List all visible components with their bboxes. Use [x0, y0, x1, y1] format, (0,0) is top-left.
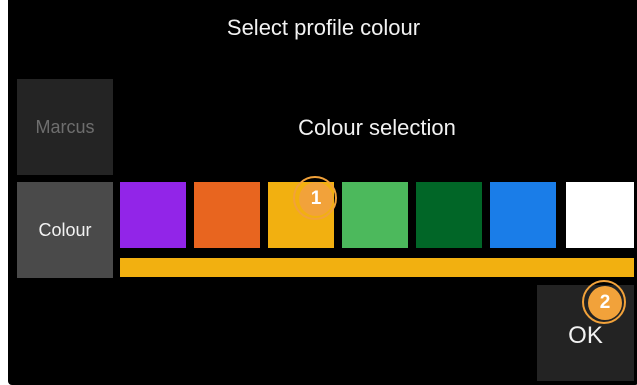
selected-colour-bar: [120, 258, 634, 277]
ok-button-label: OK: [568, 322, 603, 349]
swatch-purple[interactable]: [120, 182, 186, 248]
device-screen: Select profile colour Marcus Colour Colo…: [8, 0, 637, 385]
profile-name-button[interactable]: Marcus: [17, 79, 113, 175]
swatch-white[interactable]: [566, 182, 634, 248]
step-2-marker-label: 2: [599, 292, 611, 313]
step-1-marker: 1: [293, 176, 337, 220]
page: Select profile colour Marcus Colour Colo…: [0, 0, 637, 385]
swatch-light-green[interactable]: [342, 182, 408, 248]
page-title: Select profile colour: [226, 15, 421, 40]
swatch-dark-green[interactable]: [416, 182, 482, 248]
profile-name-label: Marcus: [35, 116, 95, 137]
colour-menu-label: Colour: [38, 219, 92, 240]
step-1-marker-label: 1: [310, 188, 322, 209]
step-2-marker: 2: [582, 280, 626, 324]
swatch-blue[interactable]: [490, 182, 556, 248]
colour-menu-button[interactable]: Colour: [17, 182, 113, 278]
colour-selection-title: Colour selection: [298, 115, 456, 140]
swatch-orange[interactable]: [194, 182, 260, 248]
